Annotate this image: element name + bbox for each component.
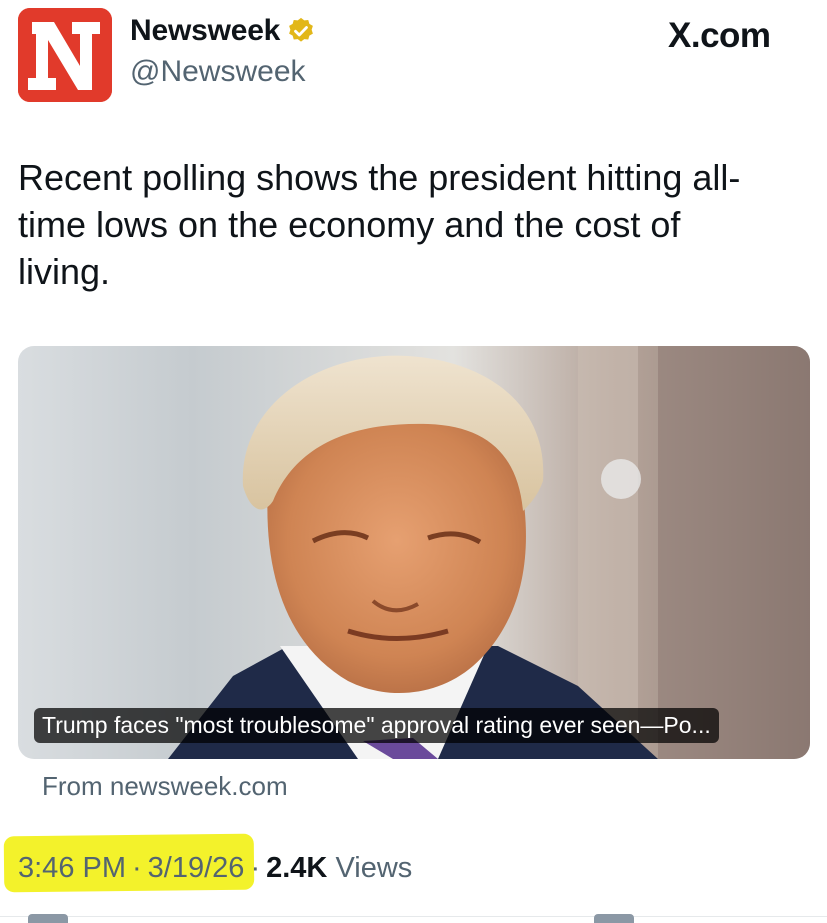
account-handle[interactable]: @Newsweek <box>130 55 306 89</box>
link-card-title[interactable]: Trump faces "most troublesome" approval … <box>34 708 719 743</box>
tweet-meta: 3:46 PM · 3/19/26 · 2.4K Views <box>18 852 412 885</box>
account-display-name[interactable]: Newsweek <box>130 14 280 48</box>
newsweek-logo[interactable] <box>18 8 112 102</box>
separator-dot: · <box>250 852 261 884</box>
divider <box>0 916 827 917</box>
card-photo <box>168 346 810 759</box>
separator-dot: · <box>132 852 142 884</box>
tweet-date[interactable]: 3/19/26 <box>148 852 245 884</box>
link-card-image[interactable] <box>18 346 810 759</box>
link-source[interactable]: From newsweek.com <box>42 771 288 802</box>
views-label: Views <box>335 852 413 884</box>
reply-icon[interactable] <box>28 914 68 923</box>
newsweek-n-icon <box>18 8 112 102</box>
x-com-brand: X.com <box>668 16 771 55</box>
tweet-time[interactable]: 3:46 PM <box>18 852 126 884</box>
account-name-row[interactable]: Newsweek <box>130 14 316 48</box>
views-count: 2.4K <box>266 852 328 884</box>
tweet-text: Recent polling shows the president hitti… <box>18 157 741 292</box>
share-icon[interactable] <box>594 914 634 923</box>
verified-badge-icon <box>289 17 314 42</box>
